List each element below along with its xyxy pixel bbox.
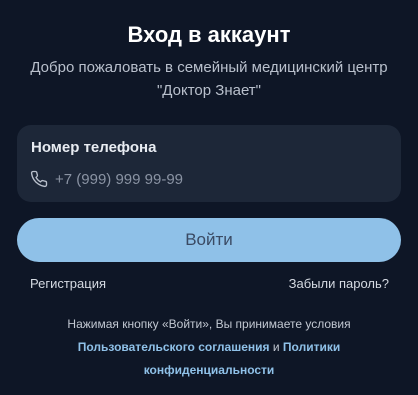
terms-notice: Нажимая кнопку «Войти», Вы принимаете ус…	[20, 313, 398, 382]
login-button[interactable]: Войти	[17, 218, 401, 262]
phone-icon	[30, 170, 48, 188]
phone-field-card[interactable]: Номер телефона	[17, 125, 401, 202]
phone-field-label: Номер телефона	[31, 139, 157, 156]
terms-conjunction: и	[272, 340, 280, 354]
terms-prefix: Нажимая кнопку «Войти», Вы принимаете ус…	[67, 317, 351, 331]
page-title: Вход в аккаунт	[127, 22, 291, 47]
page-subtitle: Добро пожаловать в семейный медицинский …	[30, 59, 388, 99]
forgot-password-link[interactable]: Забыли пароль?	[289, 276, 389, 291]
register-link[interactable]: Регистрация	[30, 276, 106, 291]
phone-input[interactable]	[55, 168, 385, 190]
user-agreement-link[interactable]: Пользовательского соглашения	[78, 340, 270, 354]
